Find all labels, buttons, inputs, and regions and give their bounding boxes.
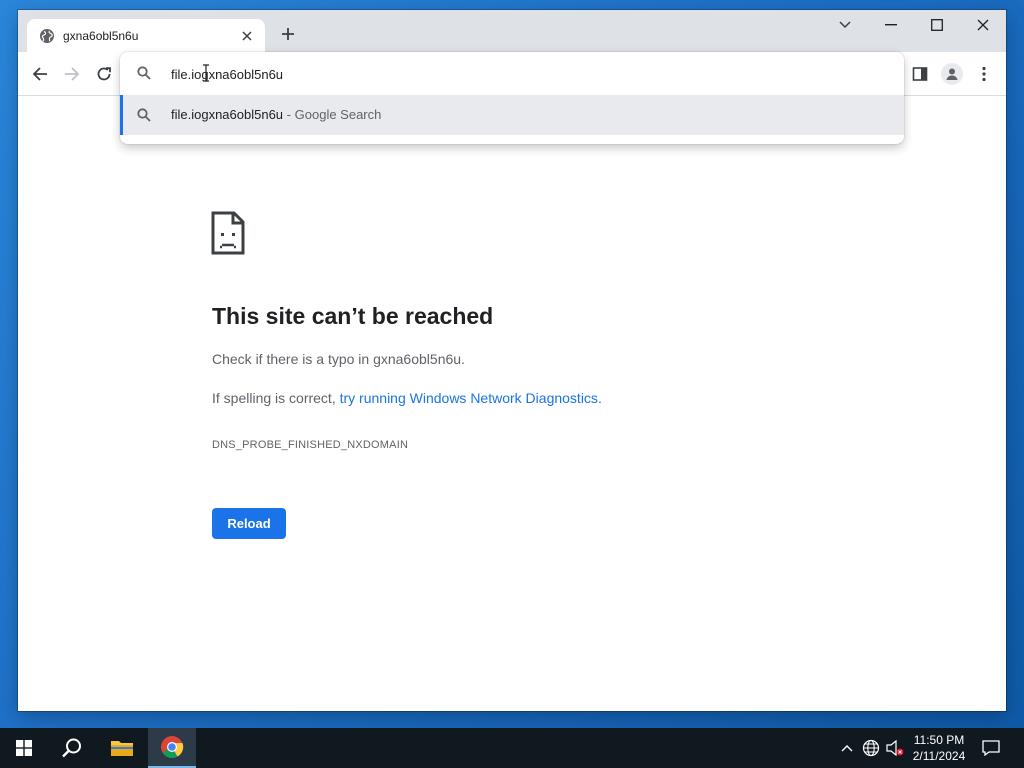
suggestion-query: file.iogxna6obl5n6u [171,107,284,122]
reload-toolbar-button[interactable] [92,62,116,86]
clock-date: 2/11/2024 [912,749,966,763]
forward-button[interactable] [60,62,84,86]
diagnostics-prefix: If spelling is correct, [212,390,340,406]
error-code: DNS_PROBE_FINISHED_NXDOMAIN [212,439,409,451]
more-vert-icon [982,66,986,82]
tab-title: gxna6obl5n6u [63,28,139,43]
profile-button[interactable] [940,62,964,86]
network-diagnostics-link[interactable]: try running Windows Network Diagnostics [340,390,598,406]
suggestion-text: file.iogxna6obl5n6u - Google Search [171,107,381,122]
suggestion-separator: - [286,107,292,122]
side-panel-button[interactable] [908,62,932,86]
menu-button[interactable] [972,62,996,86]
error-diagnostics-hint: If spelling is correct, try running Wind… [212,390,602,406]
person-icon [946,68,958,80]
omnibox-suggestion[interactable]: file.iogxna6obl5n6u - Google Search [120,95,904,135]
refresh-icon [97,67,111,81]
text-cursor-icon [203,64,209,82]
omnibox-dropdown: file.iogxna6obl5n6u - Google Search [120,52,904,144]
page-content: This site can’t be reached Check if ther… [18,97,1006,711]
tab-strip: gxna6obl5n6u [18,10,1006,52]
chrome-icon [161,736,184,758]
side-panel-icon [912,67,928,81]
back-button[interactable] [28,62,52,86]
tray-overflow-button[interactable] [837,738,857,758]
clock-time: 11:50 PM [913,733,965,747]
folder-icon [111,741,133,756]
windows-logo-icon [16,740,32,756]
close-icon [242,30,252,41]
tab-close-button[interactable] [239,28,255,44]
reload-button[interactable]: Reload [212,508,286,539]
action-center-button[interactable] [981,738,1001,758]
network-tray-button[interactable] [861,738,881,758]
maximize-icon [931,19,943,31]
taskbar-search-button[interactable] [48,728,96,768]
new-tab-button[interactable] [278,24,298,44]
plus-icon [282,28,294,40]
search-icon [137,66,151,80]
tab-search-button[interactable] [822,10,868,40]
browser-window: gxna6obl5n6u file.iogxna6obl5n6u file.io… [18,10,1006,711]
error-typo-hint: Check if there is a typo in gxna6obl5n6u… [212,351,465,367]
sad-page-icon [211,211,245,255]
notification-icon [982,740,1000,756]
avatar [941,63,963,85]
maximize-button[interactable] [914,10,960,40]
file-explorer-button[interactable] [98,728,146,768]
chrome-taskbar-button[interactable] [148,728,196,768]
search-icon [137,108,151,122]
omnibox-input-row[interactable] [120,52,904,95]
search-icon [62,738,81,758]
start-button[interactable] [0,728,48,768]
arrow-right-icon [65,67,80,81]
close-icon [977,19,989,31]
globe-icon [40,28,54,43]
diagnostics-suffix: . [597,390,602,406]
chevron-up-icon [841,745,853,752]
close-window-button[interactable] [960,10,1006,40]
taskbar-clock[interactable]: 11:50 PM 2/11/2024 [900,732,978,764]
error-title: This site can’t be reached [212,303,494,329]
minimize-icon [885,24,897,26]
globe-network-icon [862,739,880,757]
minimize-button[interactable] [868,10,914,40]
address-bar-input[interactable] [171,63,771,85]
arrow-left-icon [32,67,47,81]
browser-tab[interactable]: gxna6obl5n6u [27,19,265,52]
taskbar: 11:50 PM 2/11/2024 [0,728,1024,768]
chevron-down-icon [839,21,851,29]
suggestion-source: Google Search [294,107,382,122]
